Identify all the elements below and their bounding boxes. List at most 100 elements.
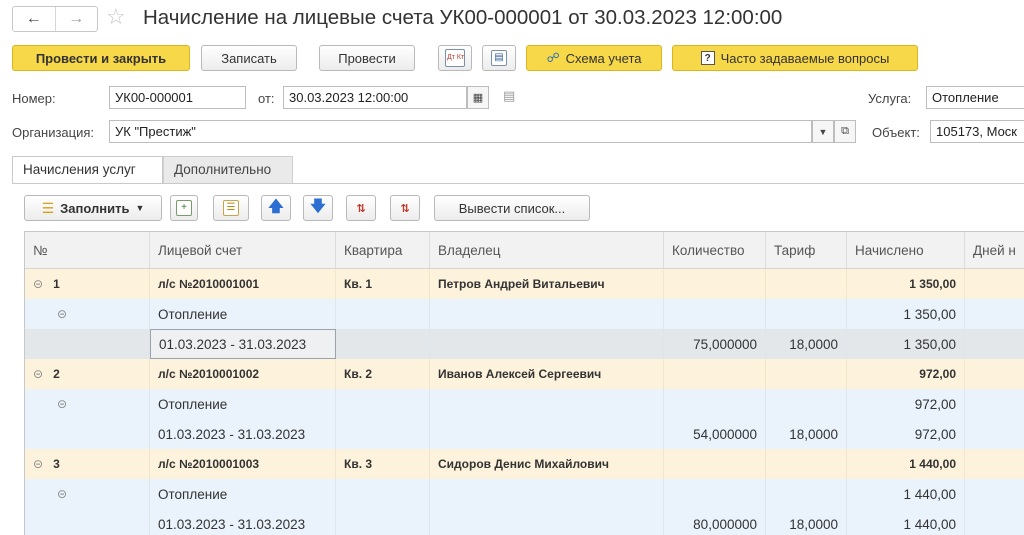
collapse-icon[interactable]: ⊝ xyxy=(33,277,43,291)
table-row-service[interactable]: ⊝ Отопление 1 350,00 xyxy=(25,299,1024,329)
cell-account[interactable]: 01.03.2023 - 31.03.2023 xyxy=(150,329,336,359)
cell-qty[interactable]: 80,000000 xyxy=(664,509,766,535)
collapse-icon[interactable]: ⊝ xyxy=(33,367,43,381)
tab-accruals[interactable]: Начисления услуг xyxy=(12,156,163,184)
cell-qty[interactable]: 54,000000 xyxy=(664,419,766,449)
cell-tariff[interactable] xyxy=(766,299,847,329)
cell-accrued[interactable]: 972,00 xyxy=(847,419,965,449)
cell-tariff[interactable]: 18,0000 xyxy=(766,329,847,359)
cell-accrued[interactable]: 972,00 xyxy=(847,359,965,389)
export-list-button[interactable]: Вывести список... xyxy=(434,195,590,221)
cell-owner[interactable]: Иванов Алексей Сергеевич xyxy=(430,359,664,389)
tab-additional[interactable]: Дополнительно xyxy=(163,156,293,184)
table-row-account[interactable]: ⊝ 3 л/с №2010001003 Кв. 3 Сидоров Денис Миха… xyxy=(25,449,1024,479)
report-structure-button[interactable]: ▤ xyxy=(482,45,516,71)
comment-icon[interactable]: ▤ xyxy=(503,88,515,104)
cell-account[interactable]: Отопление xyxy=(150,389,336,419)
collapse-icon[interactable]: ⊝ xyxy=(57,307,67,321)
cell-accrued[interactable]: 1 440,00 xyxy=(847,449,965,479)
cell-num[interactable]: ⊝ xyxy=(25,389,150,419)
object-field[interactable]: 105173, Моск xyxy=(930,120,1024,143)
accounting-scheme-button[interactable]: ☍ Схема учета xyxy=(526,45,662,71)
cell-flat[interactable] xyxy=(336,509,430,535)
cell-flat[interactable] xyxy=(336,299,430,329)
cell-accrued[interactable]: 1 350,00 xyxy=(847,329,965,359)
add-group-button[interactable]: ☰ xyxy=(213,195,249,221)
add-row-button[interactable]: + xyxy=(170,195,198,221)
cell-num[interactable] xyxy=(25,509,150,535)
calendar-icon[interactable]: ▦ xyxy=(467,86,489,109)
cell-days[interactable] xyxy=(965,269,1024,299)
cell-owner[interactable]: Петров Андрей Витальевич xyxy=(430,269,664,299)
open-icon[interactable]: ⧉ xyxy=(834,120,856,143)
column-header-days[interactable]: Дней н xyxy=(965,232,1024,268)
cell-tariff[interactable] xyxy=(766,449,847,479)
cell-days[interactable] xyxy=(965,299,1024,329)
cell-days[interactable] xyxy=(965,509,1024,535)
table-row-period[interactable]: 01.03.2023 - 31.03.2023 75,000000 18,0000 1… xyxy=(25,329,1024,359)
table-row-period[interactable]: 01.03.2023 - 31.03.2023 80,000000 18,0000 1… xyxy=(25,509,1024,535)
cell-owner[interactable] xyxy=(430,509,664,535)
cell-qty[interactable]: 75,000000 xyxy=(664,329,766,359)
post-and-close-button[interactable]: Провести и закрыть xyxy=(12,45,190,71)
cell-accrued[interactable]: 1 440,00 xyxy=(847,479,965,509)
collapse-icon[interactable]: ⊝ xyxy=(57,487,67,501)
cell-owner[interactable] xyxy=(430,329,664,359)
cell-days[interactable] xyxy=(965,389,1024,419)
move-down-button[interactable]: 🡇 xyxy=(303,195,333,221)
sort-asc-button[interactable]: ⇅ xyxy=(346,195,376,221)
table-row-account[interactable]: ⊝ 1 л/с №2010001001 Кв. 1 Петров Андрей Вита… xyxy=(25,269,1024,299)
service-field[interactable]: Отопление xyxy=(926,86,1024,109)
dropdown-icon[interactable]: ▼ xyxy=(812,120,834,143)
cell-num[interactable]: ⊝ 1 xyxy=(25,269,150,299)
cell-qty[interactable] xyxy=(664,269,766,299)
cell-num[interactable]: ⊝ xyxy=(25,479,150,509)
sort-desc-button[interactable]: ⇅ xyxy=(390,195,420,221)
move-up-button[interactable]: 🡅 xyxy=(261,195,291,221)
collapse-icon[interactable]: ⊝ xyxy=(33,457,43,471)
cell-days[interactable] xyxy=(965,359,1024,389)
column-header-flat[interactable]: Квартира xyxy=(336,232,430,268)
column-header-quantity[interactable]: Количество xyxy=(664,232,766,268)
cell-flat[interactable] xyxy=(336,329,430,359)
cell-qty[interactable] xyxy=(664,389,766,419)
post-button[interactable]: Провести xyxy=(319,45,415,71)
cell-days[interactable] xyxy=(965,479,1024,509)
cell-owner[interactable] xyxy=(430,389,664,419)
cell-qty[interactable] xyxy=(664,449,766,479)
cell-num[interactable]: ⊝ 2 xyxy=(25,359,150,389)
cell-days[interactable] xyxy=(965,449,1024,479)
cell-account[interactable]: л/с №2010001002 xyxy=(150,359,336,389)
cell-owner[interactable] xyxy=(430,479,664,509)
cell-tariff[interactable] xyxy=(766,479,847,509)
cell-flat[interactable] xyxy=(336,389,430,419)
cell-owner[interactable]: Сидоров Денис Михайлович xyxy=(430,449,664,479)
cell-num[interactable] xyxy=(25,419,150,449)
cell-flat[interactable]: Кв. 1 xyxy=(336,269,430,299)
cell-accrued[interactable]: 1 440,00 xyxy=(847,509,965,535)
cell-flat[interactable]: Кв. 2 xyxy=(336,359,430,389)
cell-account[interactable]: Отопление xyxy=(150,299,336,329)
cell-owner[interactable] xyxy=(430,419,664,449)
cell-tariff[interactable]: 18,0000 xyxy=(766,419,847,449)
cell-owner[interactable] xyxy=(430,299,664,329)
cell-qty[interactable] xyxy=(664,359,766,389)
cell-tariff[interactable]: 18,0000 xyxy=(766,509,847,535)
column-header-tariff[interactable]: Тариф xyxy=(766,232,847,268)
cell-account[interactable]: 01.03.2023 - 31.03.2023 xyxy=(150,419,336,449)
organization-field[interactable]: УК "Престиж" xyxy=(109,120,812,143)
arrow-left-icon[interactable]: ← xyxy=(13,7,55,31)
save-button[interactable]: Записать xyxy=(201,45,297,71)
cell-num[interactable]: ⊝ 3 xyxy=(25,449,150,479)
arrow-right-icon[interactable]: → xyxy=(54,7,98,31)
star-icon[interactable]: ☆ xyxy=(106,4,126,30)
table-row-account[interactable]: ⊝ 2 л/с №2010001002 Кв. 2 Иванов Алексей Сер… xyxy=(25,359,1024,389)
fill-button[interactable]: ☰ Заполнить ▼ xyxy=(24,195,162,221)
number-field[interactable]: УК00-000001 xyxy=(109,86,246,109)
cell-flat[interactable] xyxy=(336,479,430,509)
cell-num[interactable]: ⊝ xyxy=(25,299,150,329)
cell-account[interactable]: л/с №2010001003 xyxy=(150,449,336,479)
cell-account[interactable]: л/с №2010001001 xyxy=(150,269,336,299)
collapse-icon[interactable]: ⊝ xyxy=(57,397,67,411)
cell-qty[interactable] xyxy=(664,479,766,509)
